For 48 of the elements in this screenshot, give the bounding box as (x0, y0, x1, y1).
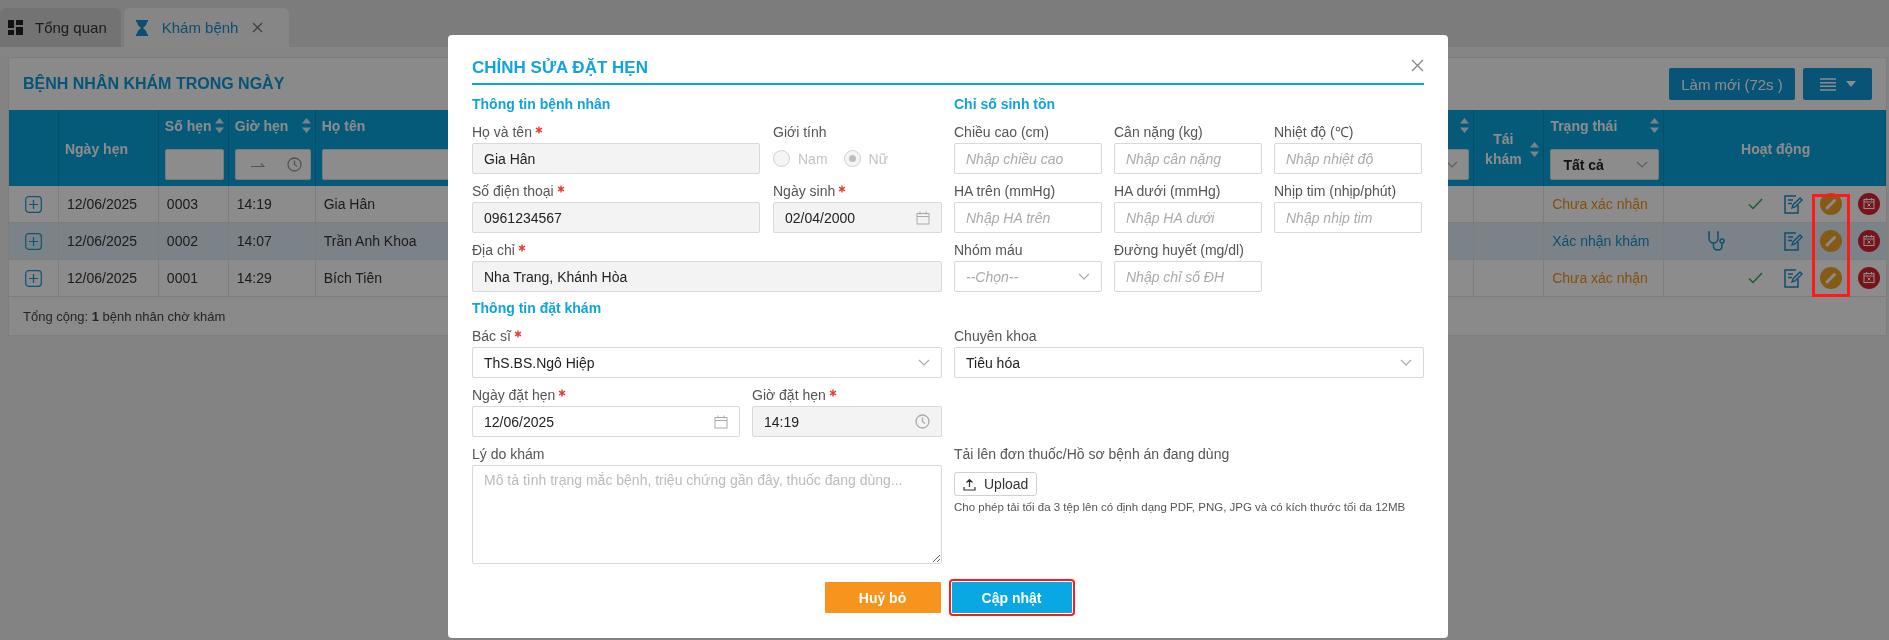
section-heading: Thông tin đặt khám (472, 299, 602, 318)
section-heading: Thông tin bệnh nhân (472, 95, 611, 114)
table-cell: 0002 (166, 233, 198, 249)
field-label: HA dưới (mmHg) (1114, 182, 1221, 199)
field-label: Tải lên đơn thuốc/Hồ sơ bệnh án đang dùng (954, 445, 1230, 462)
column-header: Hoạt động (1741, 141, 1811, 157)
upload-hint: Cho phép tải tối đa 3 tệp lên có định dạng PDF, PNG, JPG và có kích thước tối đa 12MB (954, 501, 1407, 513)
panel-title: BỆNH NHÂN KHÁM TRONG NGÀY (23, 75, 285, 93)
table-cell: Bích Tiên (323, 270, 383, 286)
column-header: Ngày hẹn (64, 141, 128, 157)
column-header: Trạng thái (1550, 118, 1618, 134)
status-text: Xác nhận khám (1552, 233, 1650, 249)
field-label: HA trên (mmHg) (954, 182, 1056, 199)
total-summary: Tổng cộng: 1 bệnh nhân chờ khám (23, 308, 226, 324)
field-label: Lý do khám (472, 445, 545, 462)
field-label: Ngày đặt hẹn (472, 386, 556, 403)
field-label: Bác sĩ (472, 327, 511, 344)
table-cell: 14:19 (236, 196, 272, 212)
table-cell: 12/06/2025 (66, 233, 138, 249)
column-header: Họ tên (321, 118, 366, 134)
table-cell: Trần Anh Khoa (323, 233, 417, 249)
field-label: Họ và tên (472, 123, 532, 140)
column-header: Số hẹn (164, 118, 212, 134)
field-label: Số điện thoại (472, 182, 554, 199)
field-label: Nhịp tim (nhịp/phút) (1274, 182, 1397, 199)
field-label: Ngày sinh (773, 182, 836, 199)
field-label: Nhiệt độ (℃) (1274, 123, 1354, 141)
field-label: Chuyên khoa (954, 327, 1037, 344)
table-cell: 0001 (166, 270, 198, 286)
table-cell: 14:07 (236, 233, 272, 249)
field-label: Nhóm máu (954, 241, 1023, 258)
field-label: Giới tính (773, 123, 827, 140)
field-label: Đường huyết (mg/dl) (1114, 241, 1244, 258)
table-cell: Gia Hân (323, 196, 376, 212)
table-cell: 12/06/2025 (66, 270, 138, 286)
section-heading: Chỉ số sinh tồn (954, 95, 1056, 114)
table-cell: 0003 (166, 196, 198, 212)
status-text: Chưa xác nhận (1552, 196, 1648, 212)
column-header: Tái khám (1484, 129, 1523, 169)
field-label: Giờ đặt hẹn (752, 386, 826, 403)
field-label: Chiều cao (cm) (954, 123, 1049, 140)
field-label: Địa chỉ (472, 241, 515, 258)
dialog-title: CHỈNH SỬA ĐẶT HẸN (472, 58, 648, 78)
status-text: Chưa xác nhận (1552, 270, 1648, 286)
table-cell: 14:29 (236, 270, 272, 286)
table-cell: 12/06/2025 (66, 196, 138, 212)
field-label: Cân nặng (kg) (1114, 123, 1203, 140)
column-header: Giờ hẹn (234, 118, 289, 134)
